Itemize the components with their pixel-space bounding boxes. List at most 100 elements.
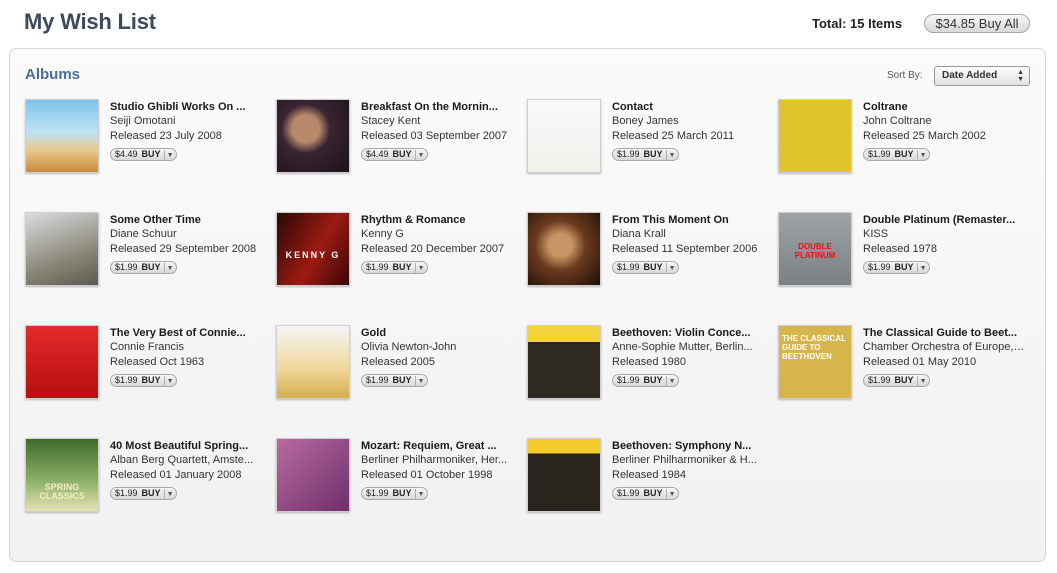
album-item: Gold Olivia Newton-John Released 2005 $1… (276, 325, 526, 405)
album-title[interactable]: 40 Most Beautiful Spring... (110, 439, 272, 453)
buy-button[interactable]: $1.99 BUY ▼ (863, 148, 930, 161)
dropdown-arrow-icon[interactable]: ▼ (414, 376, 427, 387)
buy-button[interactable]: $1.99 BUY ▼ (612, 487, 679, 500)
buy-label: BUY (141, 375, 161, 385)
album-title[interactable]: Some Other Time (110, 213, 272, 227)
album-title[interactable]: Contact (612, 100, 774, 114)
price-label: $1.99 (617, 262, 640, 272)
album-artwork (528, 213, 600, 285)
buy-button[interactable]: $4.49 BUY ▼ (361, 148, 428, 161)
dropdown-arrow-icon[interactable]: ▼ (163, 263, 176, 274)
album-title[interactable]: Gold (361, 326, 523, 340)
album-cover[interactable] (276, 99, 350, 173)
buy-button[interactable]: $1.99 BUY ▼ (361, 261, 428, 274)
buy-button[interactable]: $1.99 BUY ▼ (612, 148, 679, 161)
release-date: Released 01 May 2010 (863, 356, 977, 368)
album-cover[interactable]: SPRING CLASSICS (25, 438, 99, 512)
dropdown-arrow-icon[interactable]: ▼ (665, 150, 678, 161)
dropdown-arrow-icon[interactable]: ▼ (414, 489, 427, 500)
album-cover[interactable] (778, 99, 852, 173)
album-title[interactable]: Breakfast On the Mornin... (361, 100, 523, 114)
album-artist[interactable]: Stacey Kent (361, 114, 523, 129)
album-title[interactable]: Coltrane (863, 100, 1025, 114)
dropdown-arrow-icon[interactable]: ▼ (414, 263, 427, 274)
album-cover[interactable] (527, 438, 601, 512)
album-item: Contact Boney James Released 25 March 20… (527, 99, 777, 179)
album-title[interactable]: Mozart: Requiem, Great ... (361, 439, 523, 453)
album-cover[interactable]: DOUBLE PLATINUM (778, 212, 852, 286)
buy-button[interactable]: $1.99 BUY ▼ (863, 261, 930, 274)
album-artist[interactable]: Seiji Omotani (110, 114, 272, 129)
album-title[interactable]: Double Platinum (Remaster... (863, 213, 1025, 227)
album-cover[interactable]: THE CLASSICAL GUIDE TO BEETHOVEN (778, 325, 852, 399)
album-title[interactable]: Rhythm & Romance (361, 213, 523, 227)
album-artist[interactable]: Diane Schuur (110, 227, 272, 242)
album-title[interactable]: Beethoven: Symphony N... (612, 439, 774, 453)
buy-button[interactable]: $1.99 BUY ▼ (361, 374, 428, 387)
album-artist[interactable]: Alban Berg Quartett, Amste... (110, 453, 272, 468)
album-cover[interactable] (276, 438, 350, 512)
album-cover[interactable] (25, 212, 99, 286)
album-artist[interactable]: John Coltrane (863, 114, 1025, 129)
dropdown-arrow-icon[interactable]: ▼ (665, 489, 678, 500)
release-date: Released 01 January 2008 (110, 469, 242, 481)
wishlist-header: My Wish List Total: 15 Items $34.85 Buy … (0, 0, 1057, 48)
price-label: $4.49 (366, 149, 389, 159)
album-info: From This Moment On Diana Krall Released… (612, 213, 774, 275)
album-info: Rhythm & Romance Kenny G Released 20 Dec… (361, 213, 523, 275)
album-item: THE CLASSICAL GUIDE TO BEETHOVEN The Cla… (778, 325, 1028, 405)
dropdown-arrow-icon[interactable]: ▼ (916, 263, 929, 274)
release-date: Released 1980 (612, 356, 687, 368)
album-title[interactable]: From This Moment On (612, 213, 774, 227)
dropdown-arrow-icon[interactable]: ▼ (414, 150, 427, 161)
dropdown-arrow-icon[interactable]: ▼ (665, 376, 678, 387)
album-title[interactable]: Beethoven: Violin Conce... (612, 326, 774, 340)
album-artist[interactable]: Boney James (612, 114, 774, 129)
album-cover[interactable] (276, 325, 350, 399)
buy-label: BUY (643, 149, 663, 159)
album-cover[interactable] (527, 212, 601, 286)
buy-button[interactable]: $1.99 BUY ▼ (110, 261, 177, 274)
album-title[interactable]: The Very Best of Connie... (110, 326, 272, 340)
album-cover[interactable] (25, 99, 99, 173)
album-artist[interactable]: Diana Krall (612, 227, 774, 242)
album-artist[interactable]: Anne-Sophie Mutter, Berlin... (612, 340, 774, 355)
dropdown-arrow-icon[interactable]: ▼ (163, 376, 176, 387)
album-artist[interactable]: Kenny G (361, 227, 523, 242)
album-info: Some Other Time Diane Schuur Released 29… (110, 213, 272, 275)
release-date: Released 25 March 2011 (612, 130, 735, 142)
dropdown-arrow-icon[interactable]: ▼ (163, 150, 176, 161)
album-artist[interactable]: Berliner Philharmoniker & H... (612, 453, 774, 468)
sort-select[interactable]: Date Added ▲ ▼ (934, 66, 1030, 86)
dropdown-arrow-icon[interactable]: ▼ (665, 263, 678, 274)
album-artist[interactable]: KISS (863, 227, 1025, 242)
album-item: Mozart: Requiem, Great ... Berliner Phil… (276, 438, 526, 518)
buy-button[interactable]: $4.49 BUY ▼ (110, 148, 177, 161)
dropdown-arrow-icon[interactable]: ▼ (916, 150, 929, 161)
album-artist[interactable]: Olivia Newton-John (361, 340, 523, 355)
buy-label: BUY (392, 375, 412, 385)
buy-button[interactable]: $1.99 BUY ▼ (110, 374, 177, 387)
buy-button[interactable]: $1.99 BUY ▼ (863, 374, 930, 387)
album-artist[interactable]: Berliner Philharmoniker, Her... (361, 453, 523, 468)
album-title[interactable]: Studio Ghibli Works On ... (110, 100, 272, 114)
dropdown-arrow-icon[interactable]: ▼ (163, 489, 176, 500)
release-date: Released 03 September 2007 (361, 130, 508, 142)
buy-all-button[interactable]: $34.85 Buy All (924, 14, 1030, 33)
buy-button[interactable]: $1.99 BUY ▼ (612, 374, 679, 387)
buy-button[interactable]: $1.99 BUY ▼ (361, 487, 428, 500)
album-artist[interactable]: Chamber Orchestra of Europe, ... (863, 340, 1025, 355)
album-cover[interactable] (25, 325, 99, 399)
buy-button[interactable]: $1.99 BUY ▼ (612, 261, 679, 274)
album-cover[interactable]: KENNY G (276, 212, 350, 286)
dropdown-arrow-icon[interactable]: ▼ (916, 376, 929, 387)
album-artwork (26, 326, 98, 398)
album-item: Beethoven: Violin Conce... Anne-Sophie M… (527, 325, 777, 405)
album-cover[interactable] (527, 99, 601, 173)
album-item: Breakfast On the Mornin... Stacey Kent R… (276, 99, 526, 179)
album-title[interactable]: The Classical Guide to Beet... (863, 326, 1025, 340)
release-date: Released 1978 (863, 243, 938, 255)
buy-button[interactable]: $1.99 BUY ▼ (110, 487, 177, 500)
album-artist[interactable]: Connie Francis (110, 340, 272, 355)
album-cover[interactable] (527, 325, 601, 399)
